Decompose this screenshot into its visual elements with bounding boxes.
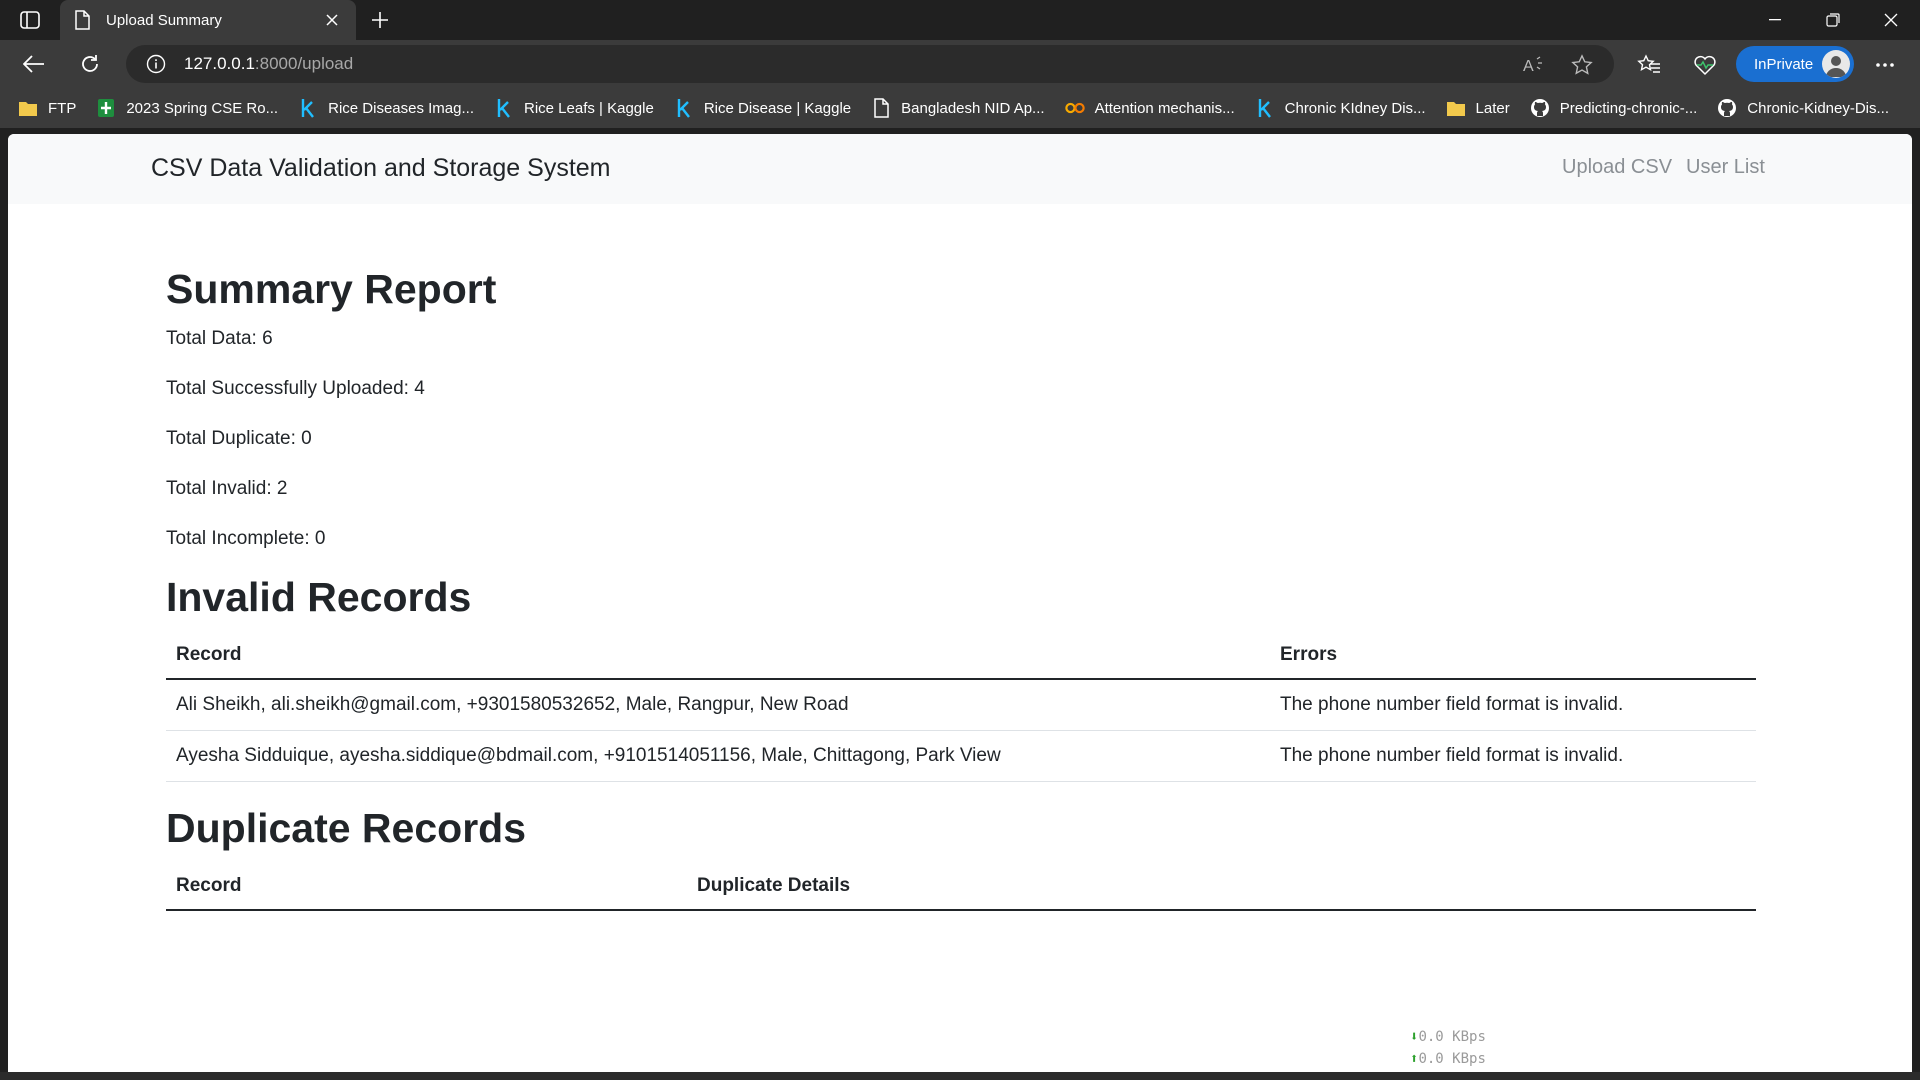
bookmark-label: Chronic KIdney Dis... — [1284, 99, 1426, 117]
browser-tab[interactable]: Upload Summary — [60, 0, 356, 40]
bookmark-label: Rice Disease | Kaggle — [703, 99, 852, 117]
bookmark-label: Rice Leafs | Kaggle — [524, 99, 654, 117]
browser-toolbar: 127.0.0.1:8000/upload A InPrivate — [0, 40, 1920, 88]
url-path: :8000/upload — [254, 54, 354, 73]
read-aloud-icon[interactable]: A — [1522, 53, 1546, 77]
kaggle-icon — [674, 98, 694, 118]
colab-icon — [1064, 98, 1085, 118]
bookmark-item[interactable]: Rice Leafs | Kaggle — [494, 88, 654, 128]
restore-icon[interactable] — [1804, 0, 1862, 40]
record-cell: Ali Sheikh, ali.sheikh@gmail.com, +93015… — [176, 694, 849, 715]
folder-icon — [1446, 98, 1466, 118]
stat-total-uploaded: Total Successfully Uploaded: 4 — [166, 378, 425, 399]
bookmark-item[interactable]: FTP — [18, 88, 76, 128]
stat-total-data: Total Data: 6 — [166, 328, 273, 349]
bookmark-item[interactable]: Predicting-chronic-... — [1530, 88, 1698, 128]
bookmark-label: Later — [1475, 99, 1510, 117]
duplicate-records-table: Record Duplicate Details — [166, 861, 1756, 911]
bookmarks-bar: FTP 2023 Spring CSE Ro... Rice Diseases Im… — [0, 88, 1920, 128]
favorite-star-icon[interactable] — [1570, 53, 1594, 77]
bookmark-label: Chronic-Kidney-Dis... — [1747, 99, 1890, 117]
column-header-record: Record — [176, 875, 242, 896]
document-icon — [871, 98, 891, 118]
document-icon — [74, 9, 92, 31]
refresh-icon[interactable] — [72, 48, 108, 80]
site-navbar: CSV Data Validation and Storage System U… — [8, 134, 1912, 204]
github-icon — [1530, 98, 1550, 118]
bookmark-label: FTP — [48, 99, 77, 117]
inprivate-button[interactable]: InPrivate — [1736, 46, 1854, 82]
back-arrow-icon[interactable] — [16, 48, 52, 80]
summary-heading: Summary Report — [166, 266, 497, 312]
new-tab-icon[interactable] — [366, 6, 394, 34]
kaggle-icon — [298, 98, 318, 118]
bookmark-label: Bangladesh NID Ap... — [901, 99, 1045, 117]
upload-speed: 0.0 KBps — [1418, 1051, 1486, 1067]
table-row: Ayesha Sidduique, ayesha.siddique@bdmail… — [166, 731, 1756, 782]
bookmark-item[interactable]: Attention mechanis... — [1064, 88, 1235, 128]
address-bar[interactable]: 127.0.0.1:8000/upload A — [126, 45, 1614, 83]
close-tab-icon[interactable] — [322, 10, 342, 30]
stat-total-invalid: Total Invalid: 2 — [166, 478, 288, 499]
kaggle-icon — [1255, 98, 1275, 118]
bookmark-item[interactable]: Chronic KIdney Dis... — [1255, 88, 1426, 128]
github-icon — [1717, 98, 1737, 118]
bookmark-item[interactable]: Chronic-Kidney-Dis... — [1717, 88, 1889, 128]
network-monitor-overlay: ⬇0.0 KBps ⬆0.0 KBps — [1410, 1026, 1486, 1070]
folder-icon — [18, 98, 38, 118]
window-bottom-edge — [0, 1072, 1920, 1080]
table-header: Record Errors — [166, 630, 1756, 680]
column-header-record: Record — [176, 644, 242, 665]
bookmark-label: Attention mechanis... — [1094, 99, 1235, 117]
bookmark-item[interactable]: 2023 Spring CSE Ro... — [96, 88, 278, 128]
download-speed: 0.0 KBps — [1418, 1029, 1486, 1045]
close-window-icon[interactable] — [1862, 0, 1920, 40]
inprivate-label: InPrivate — [1754, 55, 1814, 73]
record-cell: Ayesha Sidduique, ayesha.siddique@bdmail… — [176, 745, 1001, 766]
error-cell: The phone number field format is invalid… — [1280, 745, 1624, 766]
site-brand[interactable]: CSV Data Validation and Storage System — [151, 154, 611, 183]
stat-total-duplicate: Total Duplicate: 0 — [166, 428, 312, 449]
bookmark-item[interactable]: Rice Disease | Kaggle — [674, 88, 851, 128]
column-header-errors: Errors — [1280, 644, 1338, 665]
bookmark-label: Rice Diseases Imag... — [328, 99, 474, 117]
error-cell: The phone number field format is invalid… — [1280, 694, 1624, 715]
page-viewport: CSV Data Validation and Storage System U… — [8, 134, 1912, 1072]
site-info-icon[interactable] — [146, 54, 166, 74]
column-header-duplicate-details: Duplicate Details — [697, 875, 851, 896]
invalid-records-heading: Invalid Records — [166, 574, 472, 620]
tab-title: Upload Summary — [106, 11, 222, 29]
browser-titlebar: Upload Summary — [0, 0, 1920, 40]
minimize-icon[interactable] — [1746, 0, 1804, 40]
sheets-icon — [96, 98, 116, 118]
duplicate-records-heading: Duplicate Records — [166, 805, 526, 851]
bookmark-item[interactable]: Bangladesh NID Ap... — [871, 88, 1045, 128]
svg-text:A: A — [1523, 58, 1534, 75]
tab-actions-icon[interactable] — [16, 8, 44, 32]
table-header: Record Duplicate Details — [166, 861, 1756, 911]
favorites-icon[interactable] — [1636, 52, 1662, 78]
bookmark-label: Predicting-chronic-... — [1559, 99, 1698, 117]
kaggle-icon — [494, 98, 514, 118]
nav-upload-csv-link[interactable]: Upload CSV — [1562, 156, 1672, 179]
stat-total-incomplete: Total Incomplete: 0 — [166, 528, 326, 549]
profile-avatar-icon — [1822, 50, 1850, 78]
url-host: 127.0.0.1 — [184, 54, 255, 73]
bookmark-item[interactable]: Later — [1446, 88, 1510, 128]
browser-essentials-icon[interactable] — [1692, 52, 1718, 78]
table-row: Ali Sheikh, ali.sheikh@gmail.com, +93015… — [166, 680, 1756, 731]
bookmark-label: 2023 Spring CSE Ro... — [126, 99, 279, 117]
nav-user-list-link[interactable]: User List — [1686, 156, 1765, 179]
more-options-icon[interactable] — [1872, 52, 1898, 78]
bookmark-item[interactable]: Rice Diseases Imag... — [298, 88, 474, 128]
invalid-records-table: Record Errors Ali Sheikh, ali.sheikh@gma… — [166, 630, 1756, 782]
